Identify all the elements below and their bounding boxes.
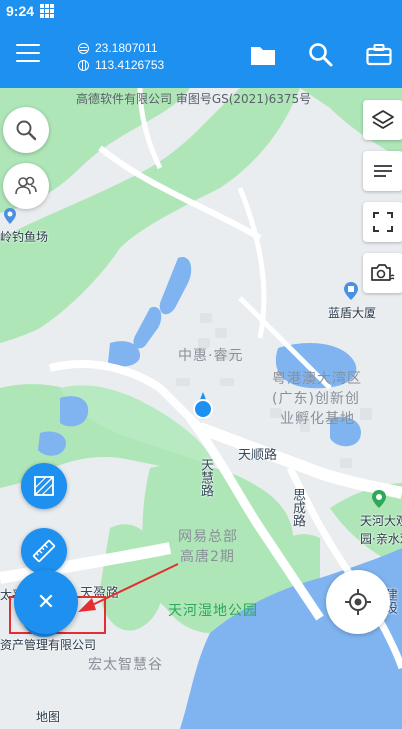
longitude-value: 113.4126753 — [95, 58, 165, 72]
layers-icon — [372, 110, 394, 129]
users-icon — [15, 176, 37, 195]
measure-button[interactable] — [21, 528, 67, 574]
app-bar: 23.1807011 113.4126753 — [0, 22, 402, 88]
map-search-button[interactable] — [3, 107, 49, 153]
list-icon — [374, 165, 392, 177]
current-location-icon — [193, 392, 213, 419]
latitude-row: 23.1807011 — [78, 40, 164, 57]
search-icon[interactable] — [308, 42, 334, 68]
polygon-draw-icon — [34, 476, 54, 496]
draw-area-button[interactable] — [21, 463, 67, 509]
map-label-sicheng-road: 思成路 — [290, 488, 305, 527]
globe-icon — [78, 60, 89, 71]
poi-marker-icon[interactable] — [344, 282, 358, 300]
folder-icon[interactable] — [250, 42, 276, 68]
map-label-landun: 蓝盾大厦 — [328, 306, 377, 320]
map-label-netease-1: 网易总部 — [178, 529, 238, 545]
map-label-incubator-1: 粤港澳大湾区 — [272, 371, 362, 387]
list-button[interactable] — [363, 151, 402, 191]
latitude-icon — [78, 43, 89, 54]
coordinate-readout: 23.1807011 113.4126753 — [78, 40, 164, 74]
longitude-row: 113.4126753 — [78, 57, 164, 74]
crosshair-icon — [345, 589, 371, 615]
users-button[interactable] — [3, 163, 49, 209]
status-bar: 9:24 — [0, 0, 402, 22]
map-label-tianhui-road: 天慧路 — [198, 458, 213, 497]
map-label-netease-2: 高唐2期 — [180, 549, 235, 565]
map-label-hongtai: 宏太智慧谷 — [88, 657, 163, 673]
map-label-tianshun-road: 天顺路 — [238, 448, 278, 463]
toolbox-icon[interactable] — [366, 42, 392, 68]
fullscreen-button[interactable] — [363, 202, 402, 242]
layers-button[interactable] — [363, 100, 402, 140]
map-label-company: 资产管理有限公司 — [0, 638, 97, 652]
ruler-icon — [32, 539, 56, 563]
map-label-incubator-2: (广东)创新创 — [272, 391, 360, 407]
search-icon — [16, 120, 37, 141]
locate-me-button[interactable] — [326, 570, 390, 634]
map-label-tianhe-daguan-2: 园·亲水观 — [360, 532, 402, 546]
poi-marker-icon[interactable] — [4, 208, 16, 224]
map-label-fishing: 岭钓鱼场 — [0, 230, 49, 244]
map-label-tianhe-daguan-1: 天河大观湿 — [360, 514, 402, 528]
park-marker-icon[interactable] — [372, 490, 386, 508]
map-label-map-text: 地图 — [36, 710, 61, 724]
app-grid-icon — [40, 4, 55, 18]
status-time: 9:24 — [6, 3, 35, 19]
close-icon: ✕ — [36, 589, 56, 615]
fullscreen-icon — [373, 212, 393, 232]
map-copyright: 高德软件有限公司 审图号GS(2021)6375号 — [76, 92, 312, 106]
close-menu-button[interactable]: ✕ — [14, 570, 78, 634]
camera-button[interactable] — [363, 253, 402, 293]
latitude-value: 23.1807011 — [95, 41, 158, 55]
camera-icon — [371, 264, 395, 281]
map-label-incubator-3: 业孵化基地 — [280, 411, 355, 427]
menu-icon[interactable] — [16, 44, 40, 64]
map-view[interactable]: 高德软件有限公司 审图号GS(2021)6375号 岭钓鱼场 蓝盾大厦 中惠·睿… — [0, 88, 402, 729]
map-label-wetland-park: 天河湿地公园 — [168, 603, 258, 619]
map-label-zhonghui: 中惠·睿元 — [178, 348, 244, 364]
